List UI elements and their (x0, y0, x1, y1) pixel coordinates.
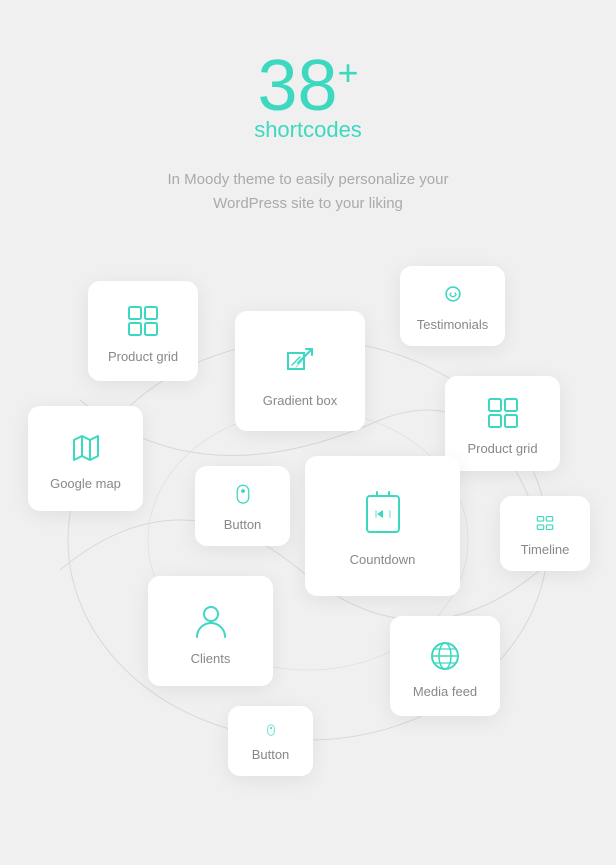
card-gradient-box[interactable]: Gradient box (235, 311, 365, 431)
testimonials-icon (438, 284, 468, 307)
clients-label: Clients (191, 651, 231, 666)
product-grid-icon-1 (125, 303, 161, 339)
gradient-box-label: Gradient box (263, 393, 337, 408)
google-map-label: Google map (50, 476, 121, 491)
card-google-map[interactable]: Google map (28, 406, 143, 511)
button-icon-2 (259, 724, 283, 737)
card-timeline[interactable]: Timeline (500, 496, 590, 571)
timeline-label: Timeline (521, 542, 570, 557)
product-grid-1-label: Product grid (108, 349, 178, 364)
card-media-feed[interactable]: Media feed (390, 616, 500, 716)
cards-area: Product grid Gradient box Testimonials (0, 256, 616, 836)
shortcodes-number: 38+ (20, 50, 596, 122)
card-testimonials[interactable]: Testimonials (400, 266, 505, 346)
countdown-label: Countdown (350, 552, 416, 567)
button-2-label: Button (252, 747, 290, 762)
google-map-icon (68, 430, 104, 466)
header-section: 38+ shortcodes In Moody theme to easily … (0, 0, 616, 246)
button-icon-1 (229, 484, 257, 507)
testimonials-label: Testimonials (417, 317, 489, 332)
countdown-icon (357, 490, 409, 542)
number-value: 38 (257, 46, 337, 126)
timeline-icon (531, 514, 559, 532)
product-grid-2-label: Product grid (467, 441, 537, 456)
product-grid-icon-2 (485, 395, 521, 431)
gradient-box-icon (278, 339, 322, 383)
media-feed-icon (427, 638, 463, 674)
card-clients[interactable]: Clients (148, 576, 273, 686)
media-feed-label: Media feed (413, 684, 477, 699)
subtitle-line1: In Moody theme to easily personalize you… (168, 171, 449, 188)
shortcodes-label: shortcodes (20, 117, 596, 143)
subtitle-line2: WordPress site to your liking (213, 195, 403, 212)
subtitle: In Moody theme to easily personalize you… (20, 168, 596, 216)
card-countdown[interactable]: Countdown (305, 456, 460, 596)
clients-icon (191, 601, 231, 641)
card-button-2[interactable]: Button (228, 706, 313, 776)
number-superscript: + (338, 52, 359, 93)
card-button-1[interactable]: Button (195, 466, 290, 546)
card-product-grid-2[interactable]: Product grid (445, 376, 560, 471)
button-1-label: Button (224, 517, 262, 532)
card-product-grid-1[interactable]: Product grid (88, 281, 198, 381)
